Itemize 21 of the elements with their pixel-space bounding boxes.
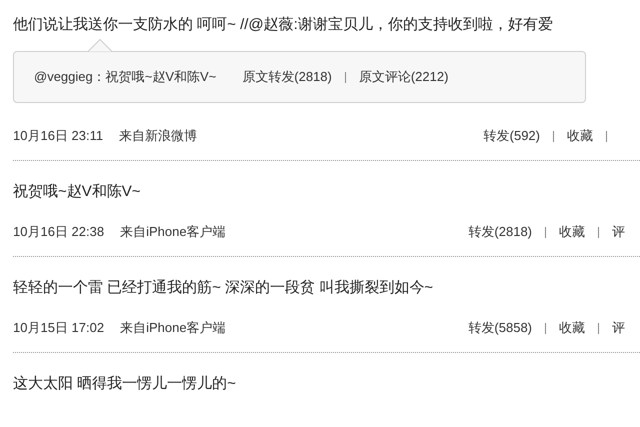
post-time: 10月16日 23:11 [13,127,104,145]
post-source: 来自iPhone客户端 [120,223,226,241]
post-text: 祝贺哦~赵V和陈V~ [13,182,142,202]
quote-link[interactable]: 原文评论(2212) [358,68,448,86]
action-link[interactable]: 评 [612,319,625,337]
action-link[interactable]: 收藏 [559,319,585,337]
action-link[interactable]: 转发(592) [484,127,540,145]
post-text: 这大太阳 晒得我一愣儿一愣儿的~ [13,374,237,394]
action-link[interactable]: 转发(5858) [468,319,532,337]
action-link[interactable]: 收藏 [567,127,593,145]
post-time: 10月15日 17:02 [13,319,104,337]
action-link[interactable]: 评 [612,223,625,241]
post-text: 他们说让我送你一支防水的 呵呵~ //@赵薇:谢谢宝贝儿，你的支持收到啦，好有爱 [13,15,554,35]
quoted-text: @veggieg：祝贺哦~赵V和陈V~ [34,68,216,86]
post-time: 10月16日 22:38 [13,223,104,241]
quote-link[interactable]: 原文转发(2818) [242,68,332,86]
post-source: 来自iPhone客户端 [120,319,226,337]
action-link[interactable]: 收藏 [559,223,585,241]
post-text: 轻轻的一个雷 已经打通我的筋~ 深深的一段贫 叫我撕裂到如今~ [13,278,434,298]
post-source: 来自新浪微博 [119,127,198,145]
action-link[interactable]: 转发(2818) [468,223,532,241]
